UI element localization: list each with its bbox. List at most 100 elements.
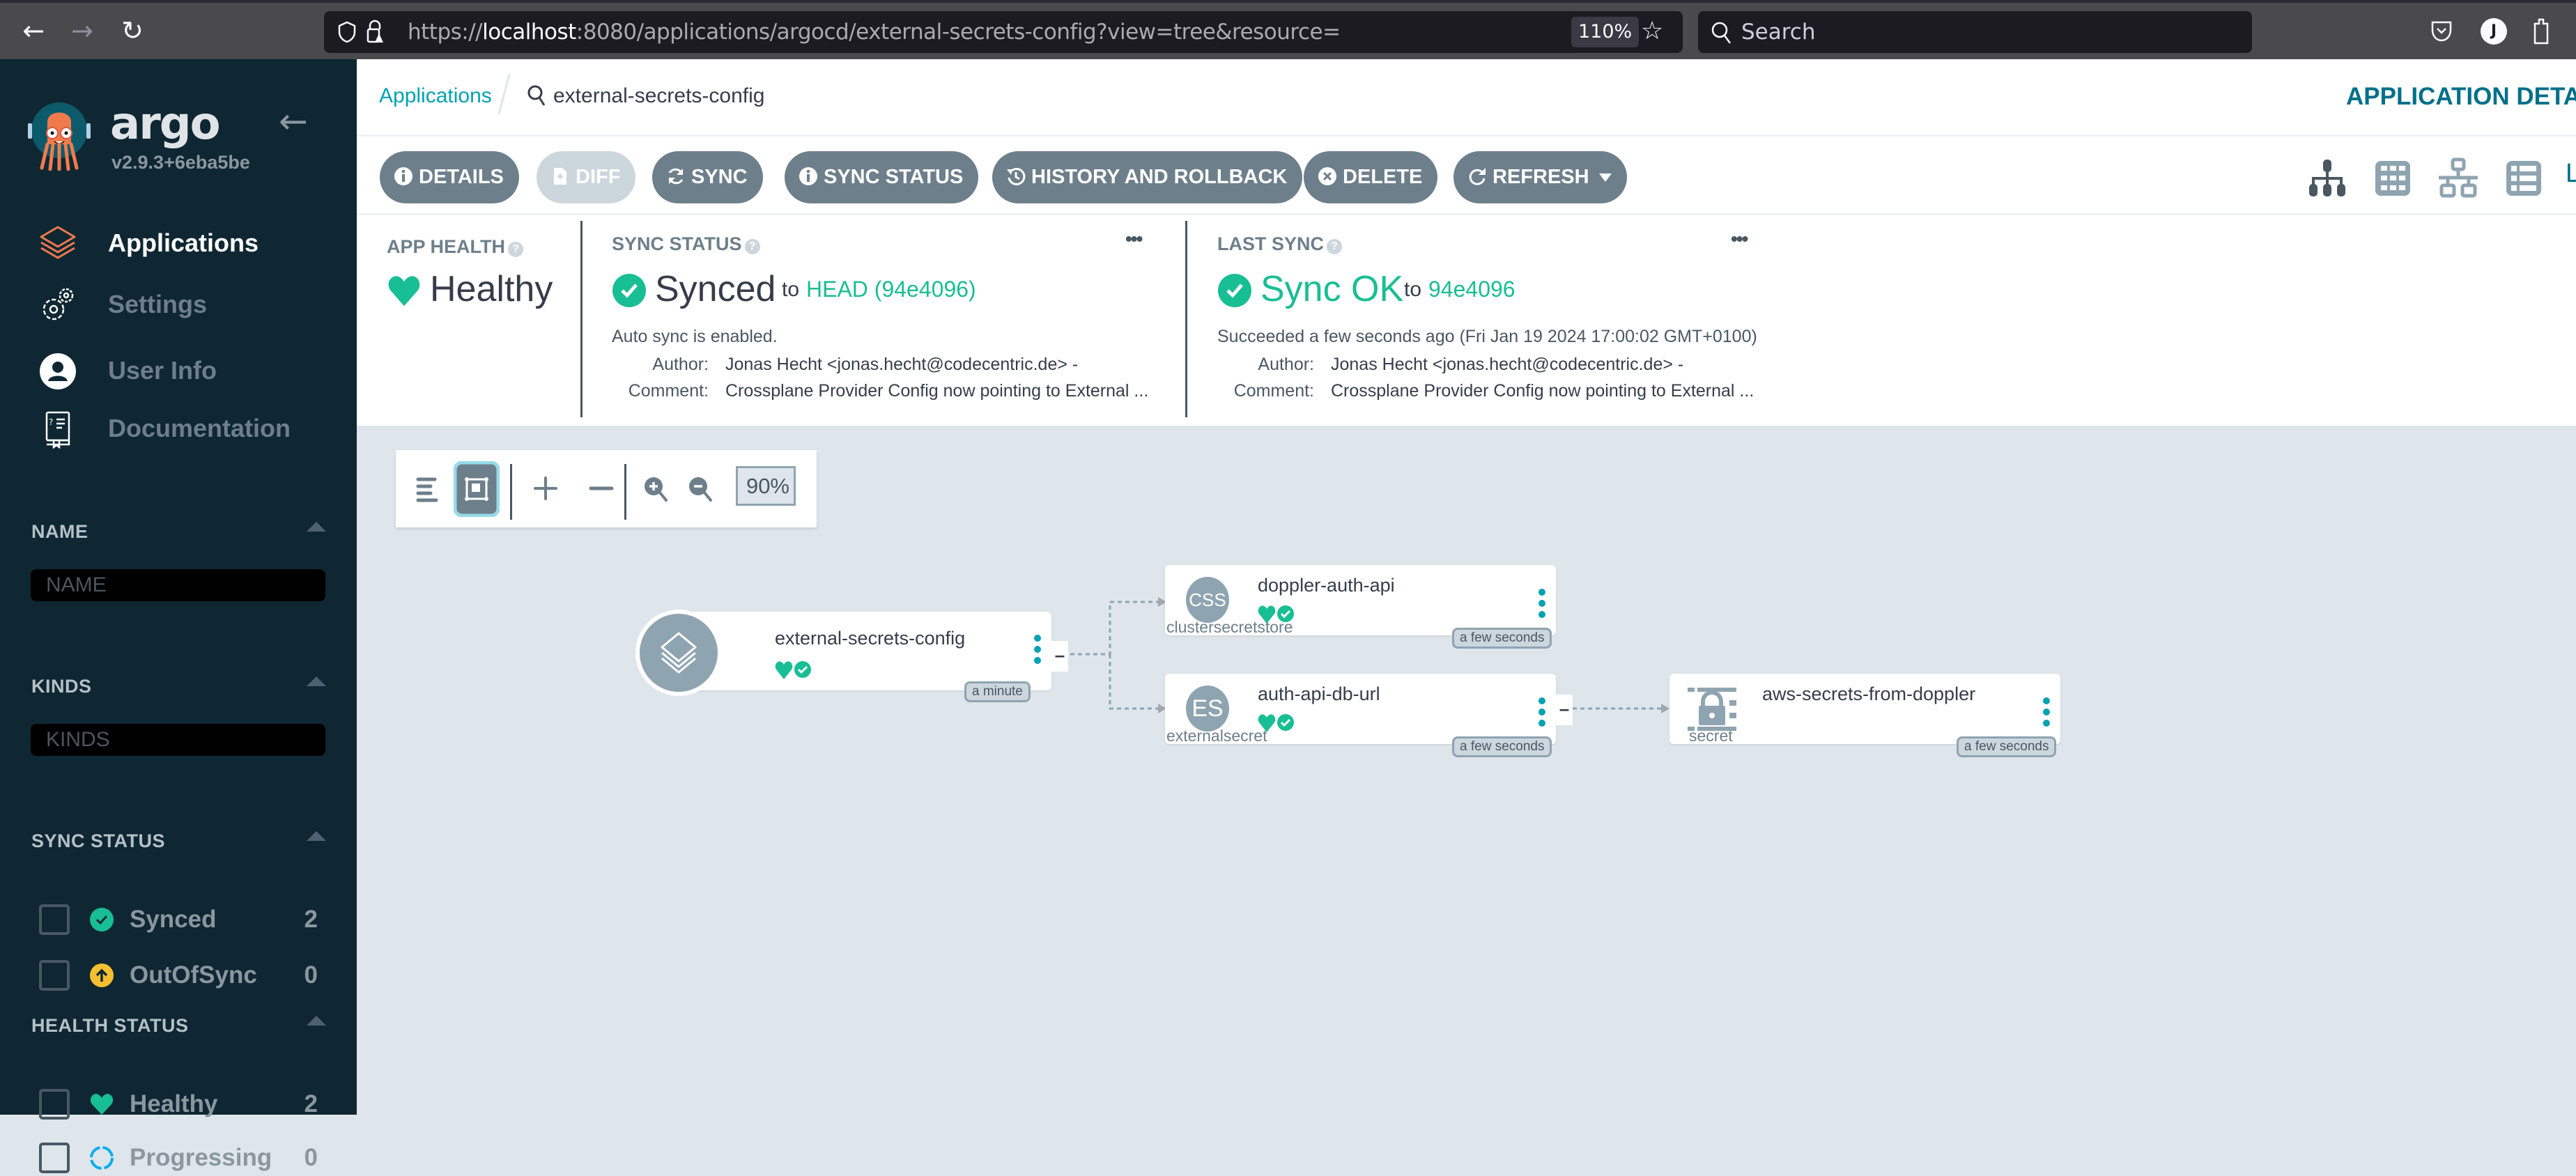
filter-option-healthy[interactable]: Healthy 2	[39, 1088, 318, 1122]
kinds-filter-input[interactable]	[31, 724, 325, 756]
collapse-sync-status-filter-icon[interactable]	[307, 831, 326, 841]
help-icon[interactable]: ?	[1327, 239, 1343, 254]
extensions-icon[interactable]	[2531, 17, 2552, 46]
version-label: v2.9.3+6eba5be	[111, 152, 250, 173]
browser-toolbar: ← → ↻ https://localhost:8080/application…	[0, 0, 2576, 59]
url-text[interactable]: https://localhost:8080/applications/argo…	[408, 11, 1341, 53]
author-value: Jonas Hecht <jonas.hecht@codecentric.de>…	[725, 355, 1079, 374]
author-value: Jonas Hecht <jonas.hecht@codecentric.de>…	[1331, 355, 1684, 374]
history-and-rollback-button[interactable]: HISTORY AND ROLLBACK	[992, 151, 1303, 203]
sidebar-item-documentation[interactable]: ? Documentation	[38, 410, 345, 451]
pods-view-icon[interactable]	[2372, 157, 2414, 199]
sync-status-button[interactable]: SYNC STATUS	[785, 151, 979, 203]
url-path: :8080/applications/argocd/external-secre…	[576, 20, 1341, 45]
progressing-checkbox[interactable]	[39, 1143, 70, 1173]
app-health-value: Healthy	[430, 269, 553, 309]
file-diff-icon	[554, 168, 566, 185]
collapse-name-filter-icon[interactable]	[307, 522, 326, 532]
pocket-icon[interactable]	[2430, 20, 2453, 43]
sidebar: argo v2.9.3+6eba5be ← Applications Setti…	[0, 59, 357, 1173]
healthy-checkbox[interactable]	[39, 1089, 70, 1120]
refresh-button[interactable]: REFRESH	[1453, 151, 1627, 203]
filter-option-synced[interactable]: Synced 2	[39, 903, 318, 938]
node-actions-menu[interactable]	[1538, 589, 1546, 619]
truncated-nav-text[interactable]: L	[2566, 159, 2576, 189]
network-view-icon[interactable]	[2437, 157, 2479, 199]
last-sync-revision-link[interactable]: 94e4096	[1428, 277, 1515, 302]
check-circle-icon	[612, 274, 646, 307]
browser-search-input[interactable]: Search	[1698, 11, 2252, 53]
node-auth-api-db-url[interactable]: ES auth-api-db-url externalsecret – a fe…	[1165, 674, 1573, 757]
app-action-toolbar: DETAILS DIFF SYNC SYNC STATUS HISTORY AN…	[357, 137, 2576, 215]
breadcrumb-separator	[498, 73, 511, 115]
filter-count: 2	[304, 1090, 318, 1117]
node-actions-menu[interactable]	[1538, 697, 1546, 728]
filter-count: 2	[304, 906, 318, 933]
argo-logo-icon	[28, 102, 91, 171]
node-name: doppler-auth-api	[1258, 575, 1395, 596]
forward-button[interactable]: →	[67, 15, 98, 46]
edge-root-to-auth-api-db-url	[1109, 654, 1158, 710]
synced-checkbox[interactable]	[39, 904, 70, 935]
details-button[interactable]: DETAILS	[380, 151, 519, 203]
filter-count: 0	[304, 961, 318, 989]
filter-title-name: NAME	[31, 521, 88, 542]
filter-title-health-status: HEALTH STATUS	[31, 1015, 189, 1036]
button-label: SYNC STATUS	[824, 166, 964, 188]
nav-label: Documentation	[108, 414, 291, 442]
outofsync-checkbox[interactable]	[39, 960, 70, 991]
sync-revision-link[interactable]: HEAD (94e4096)	[806, 277, 976, 302]
node-actions-menu[interactable]	[2042, 697, 2051, 728]
list-view-icon[interactable]	[2503, 157, 2545, 199]
bookmark-star-icon[interactable]: ☆	[1641, 17, 1663, 45]
profile-avatar[interactable]: J	[2481, 18, 2507, 45]
url-host: localhost	[482, 20, 576, 45]
node-actions-menu[interactable]	[1033, 635, 1042, 665]
node-collapse-toggle[interactable]: –	[1051, 641, 1068, 672]
sync-button[interactable]: SYNC	[652, 151, 763, 203]
breadcrumb-applications-link[interactable]: Applications	[379, 84, 492, 108]
node-age-badge: a minute	[964, 681, 1031, 702]
history-icon	[1007, 167, 1026, 185]
node-kind-label: secret	[1689, 727, 1733, 745]
comment-value: Crossplane Provider Config now pointing …	[725, 381, 1149, 401]
collapse-sidebar-button[interactable]: ←	[279, 101, 308, 141]
sidebar-item-settings[interactable]: Settings	[38, 286, 345, 327]
filter-option-outofsync[interactable]: OutOfSync 0	[39, 959, 318, 993]
comment-label: Comment:	[1233, 381, 1314, 401]
sync-status-more-menu[interactable]: •••	[1125, 228, 1143, 250]
help-icon[interactable]: ?	[744, 239, 760, 254]
tree-view-icon[interactable]	[2306, 157, 2348, 199]
node-external-secrets-config[interactable]: external-secrets-config – a minute	[679, 612, 1068, 702]
diff-button[interactable]: DIFF	[537, 151, 636, 203]
heart-icon	[388, 276, 420, 307]
shield-icon	[338, 21, 356, 43]
node-aws-secrets-from-doppler[interactable]: aws-secrets-from-doppler secret a few se…	[1669, 674, 2060, 757]
filter-label: Progressing	[130, 1144, 272, 1171]
sidebar-item-user-info[interactable]: User Info	[38, 352, 345, 394]
button-label: DIFF	[576, 166, 621, 188]
sidebar-item-applications[interactable]: Applications	[38, 224, 345, 266]
filter-option-progressing[interactable]: Progressing 0	[39, 1141, 318, 1176]
zoom-level-badge[interactable]: 110%	[1571, 17, 1640, 47]
page-header: Applications external-secrets-config APP…	[357, 59, 2576, 137]
reload-button[interactable]: ↻	[117, 15, 148, 46]
last-sync-more-menu[interactable]: •••	[1731, 228, 1748, 250]
delete-button[interactable]: DELETE	[1304, 151, 1438, 203]
author-label: Author:	[1258, 355, 1314, 374]
node-age-badge: a few seconds	[1452, 736, 1552, 757]
filter-title-sync-status: SYNC STATUS	[31, 830, 166, 851]
resource-tree-graph[interactable]: 90% external-secrets-config – a minute C…	[357, 426, 2576, 1115]
app-health-title-text: APP HEALTH	[387, 236, 506, 257]
graph-edges	[1063, 597, 1669, 713]
collapse-health-status-filter-icon[interactable]	[307, 1016, 326, 1026]
search-icon[interactable]	[527, 84, 548, 108]
filter-label: Healthy	[130, 1090, 218, 1117]
address-bar[interactable]: https://localhost:8080/applications/argo…	[324, 11, 1683, 53]
back-button[interactable]: ←	[18, 15, 49, 46]
node-doppler-auth-api[interactable]: CSS doppler-auth-api clustersecretstore …	[1165, 565, 1556, 649]
collapse-kinds-filter-icon[interactable]	[307, 676, 326, 686]
node-collapse-toggle[interactable]: –	[1556, 695, 1573, 725]
name-filter-input[interactable]	[31, 569, 325, 601]
help-icon[interactable]: ?	[508, 242, 524, 257]
